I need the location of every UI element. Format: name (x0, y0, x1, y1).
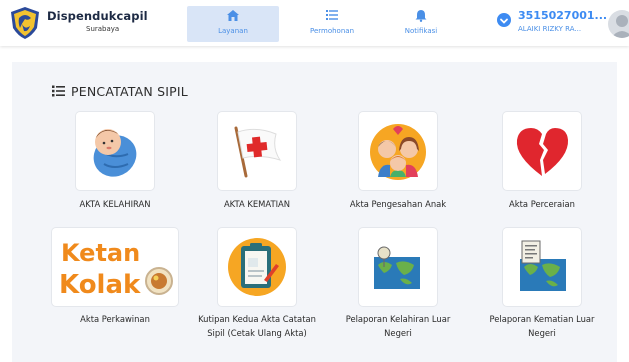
chevron-down-icon[interactable] (497, 13, 511, 27)
service-label[interactable]: AKTA KEMATIAN (202, 197, 312, 211)
bell-icon (375, 9, 467, 23)
service-card-akta-perceraian[interactable] (503, 112, 581, 190)
brand-subtitle: Surabaya (86, 25, 120, 33)
service-card-pelaporan-kematian-ln[interactable] (503, 228, 581, 306)
service-card-akta-kelahiran[interactable] (76, 112, 154, 190)
section-header: PENCATATAN SIPIL (52, 83, 188, 99)
service-label[interactable]: AKTA KELAHIRAN (60, 197, 170, 211)
service-card-akta-perkawinan[interactable]: Ketan Kolak (52, 228, 178, 306)
baby-icon (93, 129, 137, 177)
service-label[interactable]: Akta Pengesahan Anak (338, 197, 458, 211)
service-label[interactable]: Pelaporan Kematian Luar Negeri (477, 312, 607, 340)
surabaya-logo[interactable] (8, 6, 42, 40)
home-icon (187, 9, 279, 23)
avatar[interactable] (608, 10, 629, 38)
service-card-akta-pengesahan-anak[interactable] (359, 112, 437, 190)
section-title: PENCATATAN SIPIL (71, 83, 188, 99)
service-label[interactable]: Pelaporan Kelahiran Luar Negeri (333, 312, 463, 340)
user-nik[interactable]: 3515027001... (518, 9, 607, 22)
service-card-kutipan-kedua[interactable] (218, 228, 296, 306)
svg-text:Kolak: Kolak (59, 270, 141, 300)
nav-label: Layanan (218, 27, 248, 35)
nav-label: Notifikasi (404, 27, 438, 35)
user-name[interactable]: ALAIKI RIZKY RA... (518, 25, 581, 33)
service-label[interactable]: Kutipan Kedua Akta Catatan Sipil (Cetak … (192, 312, 322, 340)
service-card-pelaporan-kelahiran-ln[interactable] (359, 228, 437, 306)
nav-layanan[interactable]: Layanan (187, 6, 279, 42)
service-label[interactable]: Akta Perkawinan (60, 312, 170, 326)
nav-label: Permohonan (309, 27, 355, 35)
world-map-document-icon (520, 240, 566, 291)
world-map-icon (374, 246, 420, 289)
nav-permohonan[interactable]: Permohonan (282, 6, 382, 42)
red-cross-flag-icon (234, 126, 282, 178)
ketan-kolak-logo: Ketan Kolak (59, 239, 173, 300)
svg-text:Ketan: Ketan (61, 239, 140, 267)
list-icon (282, 9, 382, 23)
nav-notifikasi[interactable]: Notifikasi (375, 6, 467, 42)
service-label[interactable]: Akta Perceraian (487, 197, 597, 211)
document-clipboard-icon (228, 238, 286, 296)
broken-heart-icon (516, 128, 569, 176)
service-card-akta-kematian[interactable] (218, 112, 296, 190)
family-icon (370, 124, 426, 180)
list-icon (52, 85, 65, 97)
brand-name: Dispendukcapil (47, 9, 148, 23)
app-header: Dispendukcapil Surabaya Layanan Permohon… (0, 0, 629, 46)
